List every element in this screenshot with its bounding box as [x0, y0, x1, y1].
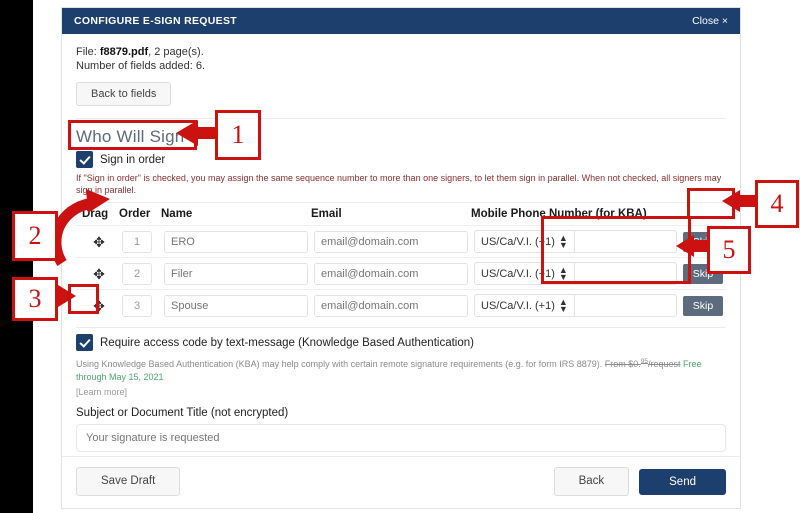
kba-price-strikethrough: From $0.95/request	[604, 358, 681, 370]
phone-cell: US/Ca/V.I. (+1) ▲ ▼	[471, 289, 680, 322]
table-bottom-divider	[76, 327, 726, 329]
kba-label[interactable]: Require access code by text-message (Kno…	[100, 337, 474, 349]
kba-price-cents: 95	[640, 358, 649, 366]
annotation-number: 3	[28, 284, 42, 313]
sign-in-order-helper-text: If "Sign in order" is checked, you may a…	[76, 173, 722, 195]
stepper-icon: ▲ ▼	[558, 265, 568, 282]
kba-price-prefix: From $0.	[604, 359, 641, 370]
file-prefix-label: File:	[76, 46, 100, 58]
country-code-select[interactable]: US/Ca/V.I. (+1) ▲ ▼	[474, 230, 574, 254]
phone-input[interactable]	[573, 230, 677, 254]
country-code-label: US/Ca/V.I. (+1)	[481, 267, 555, 280]
file-info-line: File: f8879.pdf, 2 page(s).	[76, 46, 726, 58]
stepper-icon: ▲ ▼	[558, 297, 568, 314]
configure-esign-modal: CONFIGURE E-SIGN REQUEST Close × File: f…	[62, 8, 740, 508]
file-pages-label: , 2 page(s).	[148, 46, 204, 58]
annotation-marker-5: 5	[707, 226, 751, 274]
annotation-marker-3: 3	[12, 277, 58, 321]
modal-footer: Save Draft Back Send	[62, 456, 740, 508]
name-input[interactable]	[164, 294, 308, 317]
kba-note-text: Using Knowledge Based Authentication (KB…	[76, 359, 605, 370]
skip-button[interactable]: Skip	[683, 295, 723, 316]
signers-table-head: Drag Order Name Email Mobile Phone Numbe…	[76, 208, 726, 226]
name-input[interactable]	[164, 230, 308, 253]
email-cell	[311, 289, 471, 322]
subject-input[interactable]	[76, 423, 726, 452]
name-cell	[161, 289, 311, 322]
who-will-sign-heading: Who Will Sign	[76, 127, 185, 147]
drag-cell: ✥	[76, 289, 119, 322]
modal-header: CONFIGURE E-SIGN REQUEST Close ×	[62, 8, 740, 34]
annotation-number: 4	[770, 189, 784, 218]
modal-title: CONFIGURE E-SIGN REQUEST	[74, 15, 237, 27]
stepper-icon: ▲ ▼	[558, 233, 568, 250]
fields-added-line: Number of fields added: 6.	[76, 60, 206, 72]
phone-group: US/Ca/V.I. (+1) ▲ ▼	[474, 294, 677, 318]
back-to-fields-button[interactable]: Back to fields	[76, 82, 172, 107]
kba-row: Require access code by text-message (Kno…	[76, 334, 726, 352]
table-row: ✥	[76, 257, 726, 290]
phone-input[interactable]	[573, 294, 677, 318]
save-draft-button[interactable]: Save Draft	[76, 467, 181, 496]
email-input[interactable]	[314, 262, 468, 285]
modal-body: File: f8879.pdf, 2 page(s). Number of fi…	[62, 34, 740, 456]
file-name: f8879.pdf	[99, 46, 149, 58]
name-cell	[161, 257, 311, 290]
column-header-phone: Mobile Phone Number (for KBA)	[471, 208, 647, 221]
signers-table: Drag Order Name Email Mobile Phone Numbe…	[76, 208, 726, 322]
annotation-marker-4: 4	[755, 180, 799, 228]
column-header-name: Name	[161, 208, 193, 221]
annotation-number: 2	[28, 221, 42, 250]
subject-label: Subject or Document Title (not encrypted…	[76, 406, 289, 419]
table-top-divider	[76, 202, 726, 204]
order-input[interactable]	[122, 294, 152, 317]
skip-cell: Skip	[680, 289, 726, 322]
send-button[interactable]: Send	[639, 468, 726, 495]
phone-group: US/Ca/V.I. (+1) ▲ ▼	[474, 262, 677, 286]
email-cell	[311, 257, 471, 290]
country-code-select[interactable]: US/Ca/V.I. (+1) ▲ ▼	[474, 294, 574, 318]
kba-checkbox[interactable]	[76, 334, 93, 352]
table-row: ✥	[76, 225, 726, 258]
close-button[interactable]: Close ×	[692, 15, 728, 27]
annotation-marker-1: 1	[215, 110, 261, 160]
email-input[interactable]	[314, 294, 468, 317]
column-header-email: Email	[311, 208, 342, 221]
section-divider	[76, 118, 726, 120]
kba-price-suffix: /request	[648, 359, 681, 370]
sign-in-order-checkbox[interactable]	[76, 151, 93, 169]
country-code-label: US/Ca/V.I. (+1)	[481, 299, 555, 312]
sign-in-order-label[interactable]: Sign in order	[100, 154, 165, 166]
phone-input[interactable]	[573, 262, 677, 286]
annotation-marker-2: 2	[12, 211, 58, 261]
name-input[interactable]	[164, 262, 308, 285]
order-cell	[119, 289, 161, 322]
sign-in-order-row: Sign in order	[76, 151, 726, 169]
annotation-number: 5	[722, 235, 736, 264]
column-header-skip	[680, 208, 726, 226]
phone-group: US/Ca/V.I. (+1) ▲ ▼	[474, 230, 677, 254]
email-input[interactable]	[314, 230, 468, 253]
phone-cell: US/Ca/V.I. (+1) ▲ ▼	[471, 225, 680, 258]
annotation-number: 1	[231, 120, 245, 149]
name-cell	[161, 225, 311, 258]
signers-header-row: Drag Order Name Email Mobile Phone Numbe…	[76, 208, 726, 226]
back-button[interactable]: Back	[553, 467, 630, 496]
kba-note: Using Knowledge Based Authentication (KB…	[76, 358, 726, 382]
email-cell	[311, 225, 471, 258]
learn-more-link[interactable]: [Learn more]	[76, 387, 726, 397]
table-row: ✥	[76, 289, 726, 322]
phone-cell: US/Ca/V.I. (+1) ▲ ▼	[471, 257, 680, 290]
screenshot-stage: CONFIGURE E-SIGN REQUEST Close × File: f…	[0, 0, 800, 513]
move-icon[interactable]: ✥	[82, 299, 116, 313]
signers-table-body: ✥ 1 ERO email@domain.com US/Ca/V.I. (+1)…	[76, 225, 726, 322]
country-code-select[interactable]: US/Ca/V.I. (+1) ▲ ▼	[474, 262, 574, 286]
country-code-label: US/Ca/V.I. (+1)	[481, 235, 555, 248]
